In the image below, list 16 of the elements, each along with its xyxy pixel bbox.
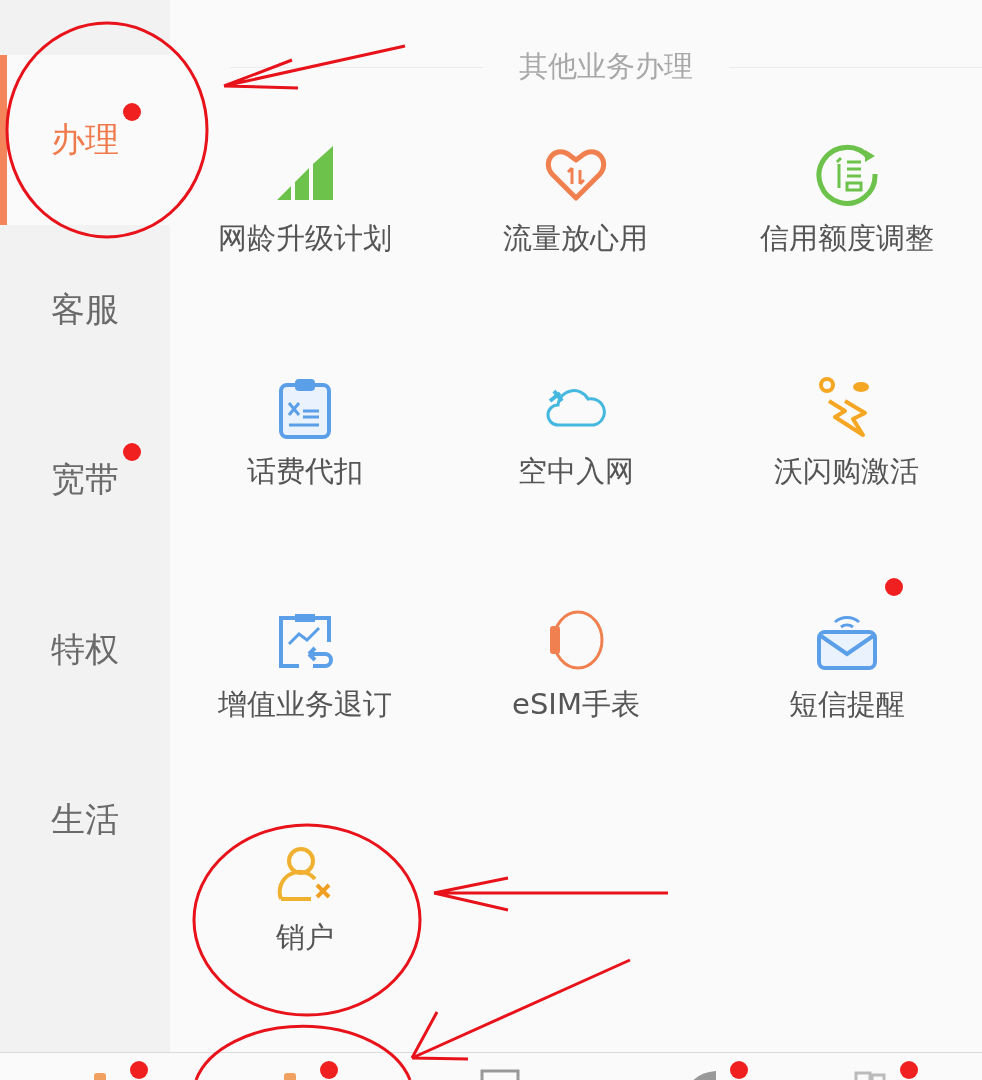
credit-cycle-icon (814, 142, 879, 206)
service-label[interactable]: 短信提醒 (788, 686, 905, 722)
service-label[interactable]: eSIM手表 (512, 686, 640, 722)
service-label[interactable]: 销户 (276, 919, 335, 955)
service-label[interactable]: 信用额度调整 (759, 220, 934, 256)
service-label[interactable]: 网龄升级计划 (218, 220, 393, 256)
sidebar-tab[interactable]: 生活 (0, 735, 170, 905)
service-label[interactable]: 空中入网 (518, 453, 634, 489)
sidebar-tab[interactable]: 特权 (0, 565, 170, 735)
section-title: 其他业务办理 (519, 48, 693, 85)
sidebar-tab[interactable]: 宽带 (0, 395, 170, 565)
service-label[interactable]: 流量放心用 (503, 220, 649, 256)
service-label[interactable]: 话费代扣 (247, 453, 364, 489)
service-label[interactable]: 沃闪购激活 (774, 453, 920, 489)
sidebar-tab[interactable]: 客服 (0, 225, 170, 395)
service-label[interactable]: 增值业务退订 (218, 686, 393, 722)
